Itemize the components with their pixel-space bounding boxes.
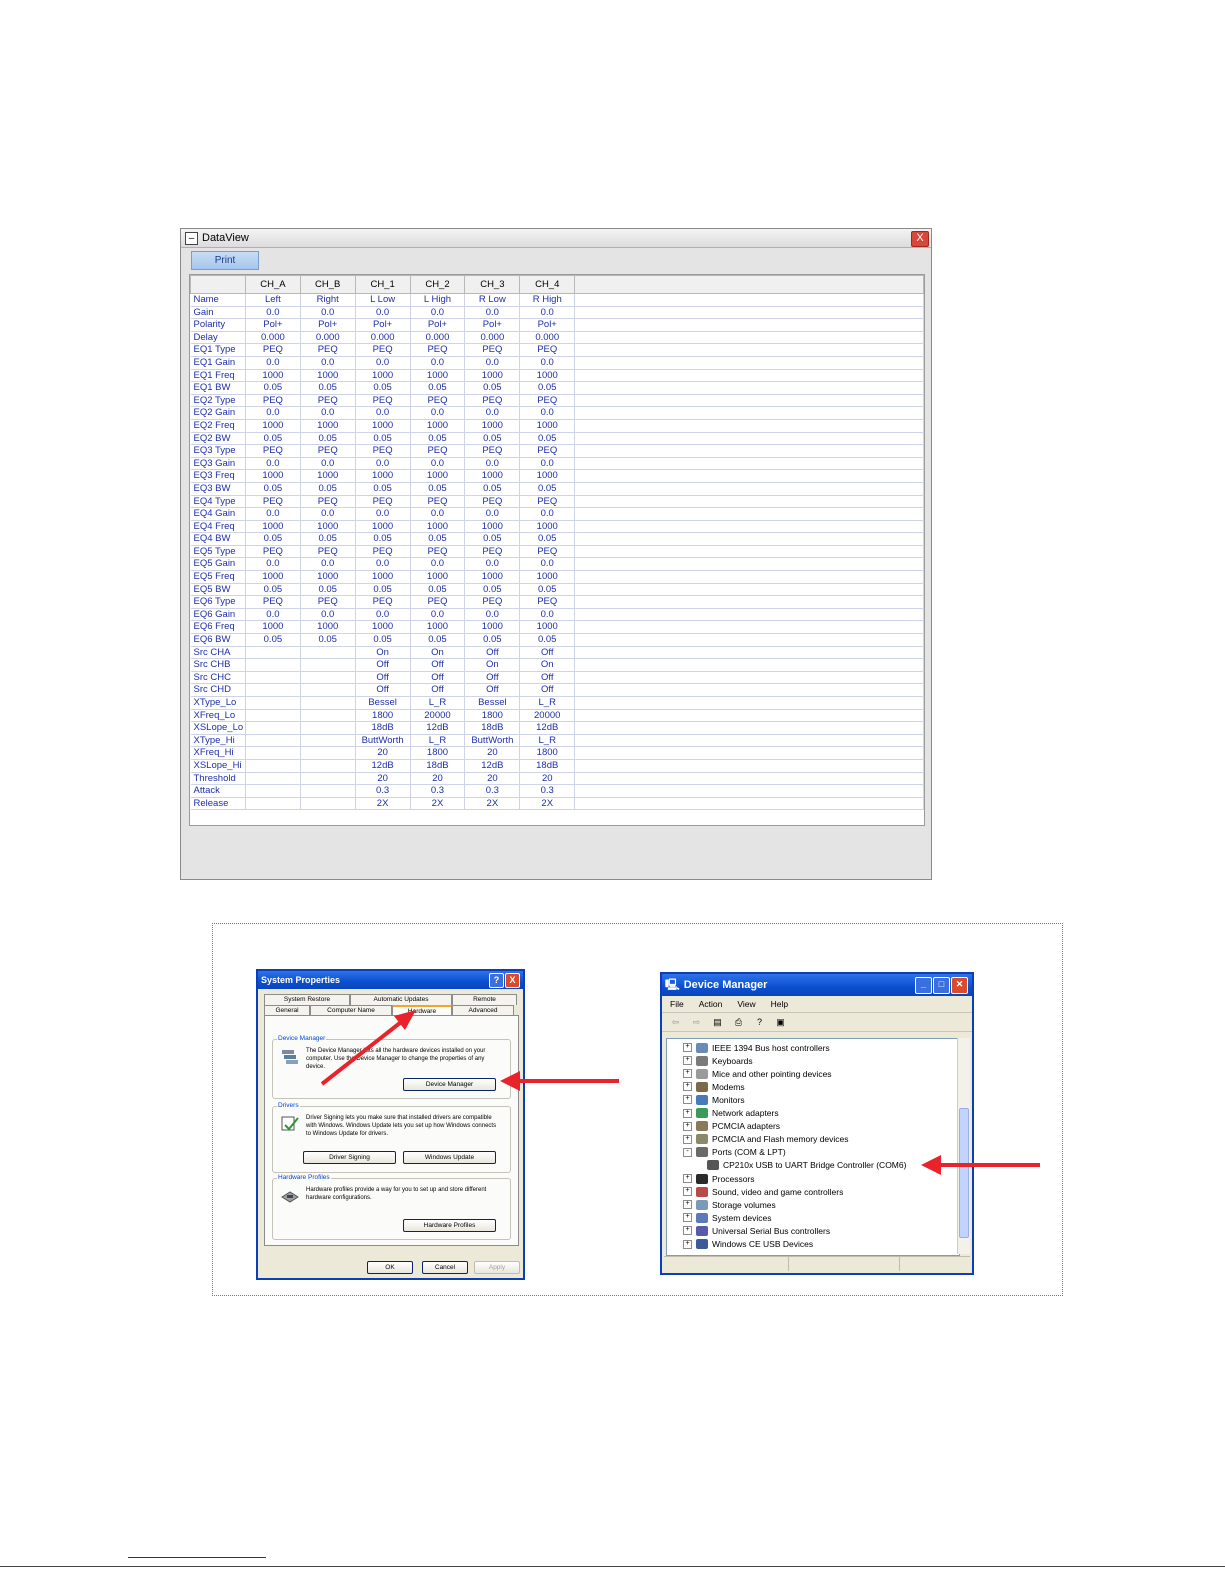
- annotation-arrows: [320, 1010, 1040, 1175]
- arrow-to-hardware-tab: [320, 1010, 416, 1086]
- arrow-to-cp210x-port: [921, 1155, 1040, 1175]
- footnote-rule: [128, 1557, 266, 1558]
- arrow-to-device-manager-button: [500, 1071, 619, 1091]
- page-rule: [0, 1566, 1225, 1567]
